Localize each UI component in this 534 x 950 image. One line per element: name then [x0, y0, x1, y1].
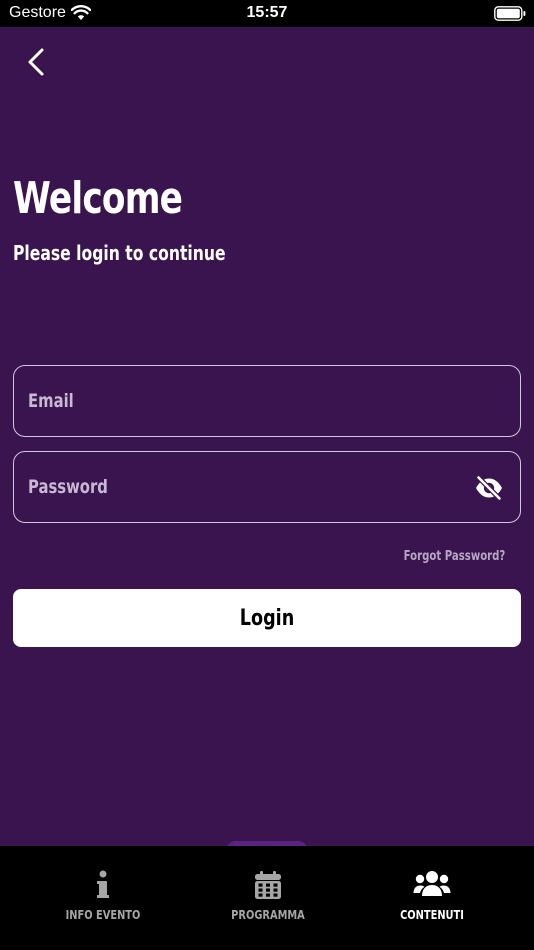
- email-field[interactable]: [13, 365, 521, 437]
- password-input[interactable]: [28, 452, 372, 522]
- tab-contenuti[interactable]: CONTENUTI: [362, 846, 502, 936]
- tab-label: CONTENUTI: [400, 908, 464, 922]
- tab-info-evento[interactable]: INFO EVENTO: [33, 846, 173, 936]
- page-subtitle: Please login to continue: [13, 241, 226, 265]
- password-field[interactable]: [13, 451, 521, 523]
- tab-label: PROGRAMMA: [231, 908, 305, 922]
- info-icon: [96, 870, 110, 905]
- battery-icon: [494, 6, 526, 21]
- back-button[interactable]: [20, 44, 54, 80]
- status-bar: Gestore 15:57: [0, 0, 534, 27]
- eye-slash-icon: [476, 475, 502, 501]
- forgot-password-link[interactable]: Forgot Password?: [403, 549, 505, 564]
- status-time: 15:57: [246, 4, 288, 21]
- login-button-label: Login: [239, 605, 295, 631]
- login-button[interactable]: Login: [13, 589, 521, 647]
- toggle-password-visibility-button[interactable]: [474, 474, 504, 502]
- chevron-left-icon: [28, 48, 44, 76]
- tab-label: INFO EVENTO: [65, 908, 141, 922]
- email-input[interactable]: [28, 366, 372, 436]
- calendar-icon: [254, 870, 282, 905]
- tab-bar: INFO EVENTO PROGRAMMA CONTENUTI: [0, 846, 534, 950]
- users-icon: [413, 870, 451, 903]
- page-title: Welcome: [13, 173, 183, 224]
- tab-programma[interactable]: PROGRAMMA: [198, 846, 338, 936]
